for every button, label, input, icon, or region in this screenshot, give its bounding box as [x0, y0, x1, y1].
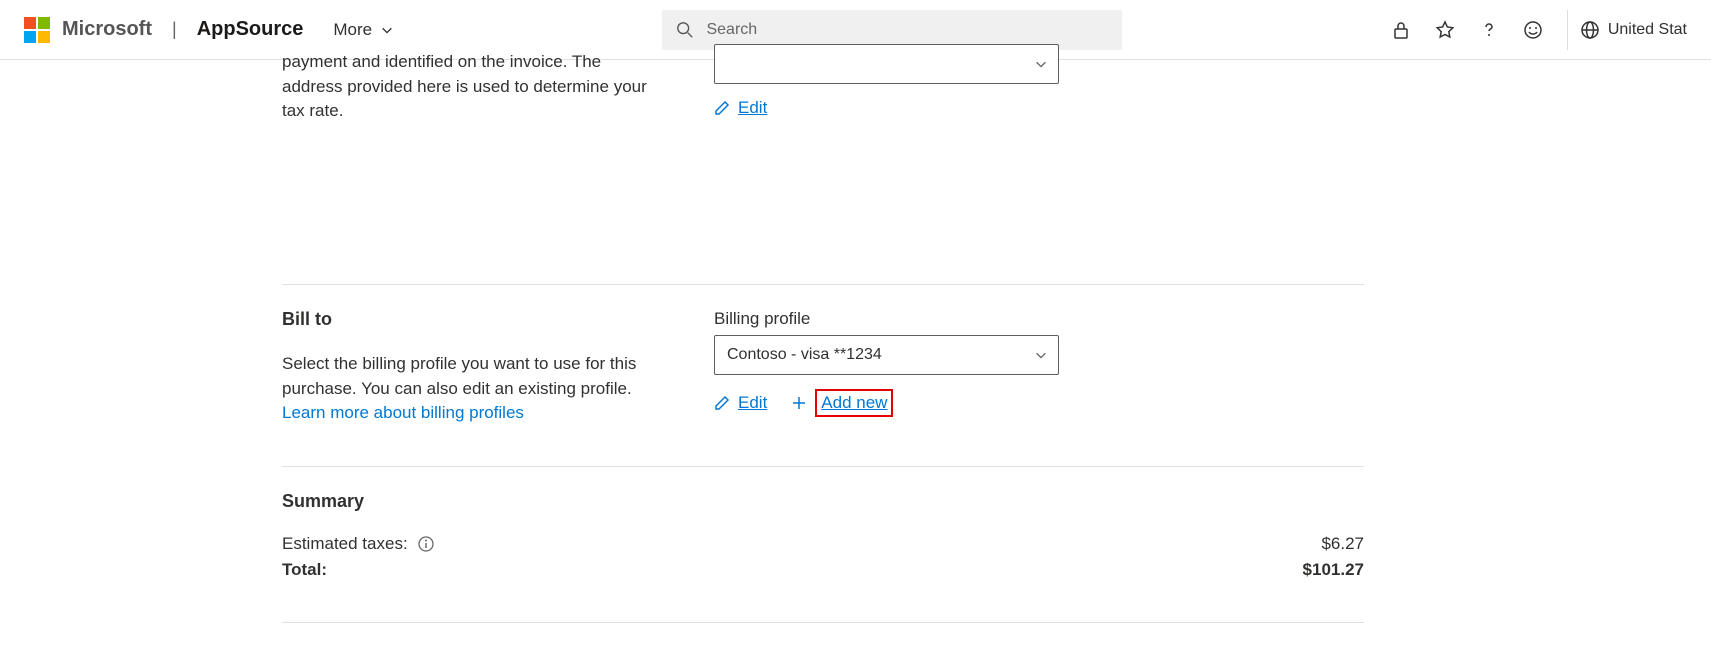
edit-label: Edit	[738, 393, 767, 413]
billing-add-new-link[interactable]: Add new	[791, 389, 893, 417]
sold-to-desc: payment and identified on the invoice. T…	[282, 50, 652, 124]
brand-text: Microsoft	[62, 18, 152, 41]
billing-edit-link[interactable]: Edit	[714, 393, 767, 413]
taxes-label: Estimated taxes:	[282, 534, 408, 553]
billing-profile-label: Billing profile	[714, 309, 1364, 329]
header-right: United Stat	[1391, 10, 1687, 50]
billing-profile-value: Contoso - visa **1234	[727, 346, 882, 364]
plus-icon	[791, 395, 807, 411]
checkout-content: payment and identified on the invoice. T…	[0, 50, 1364, 623]
feedback-icon[interactable]	[1523, 20, 1543, 40]
globe-icon	[1580, 20, 1600, 40]
chevron-down-icon	[1034, 57, 1048, 71]
taxes-value: $6.27	[1321, 534, 1364, 554]
help-icon[interactable]	[1479, 20, 1499, 40]
pencil-icon	[714, 100, 730, 116]
star-icon[interactable]	[1435, 20, 1455, 40]
more-label: More	[333, 20, 372, 40]
billing-profile-select[interactable]: Contoso - visa **1234	[714, 335, 1059, 375]
brand-divider: |	[172, 19, 177, 40]
bill-to-title: Bill to	[282, 309, 714, 330]
sold-to-edit-link[interactable]: Edit	[714, 98, 767, 118]
taxes-label-wrap: Estimated taxes:	[282, 534, 434, 554]
total-value: $101.27	[1303, 560, 1364, 580]
bill-to-desc: Select the billing profile you want to u…	[282, 352, 652, 426]
more-menu[interactable]: More	[333, 20, 394, 40]
add-new-label: Add new	[821, 393, 887, 412]
info-icon[interactable]	[418, 536, 434, 552]
summary-title: Summary	[282, 491, 1364, 512]
learn-more-link[interactable]: Learn more about billing profiles	[282, 403, 524, 422]
bill-to-row: Bill to Select the billing profile you w…	[282, 309, 1364, 426]
edit-label: Edit	[738, 98, 767, 118]
microsoft-logo-icon	[24, 17, 50, 43]
total-label: Total:	[282, 560, 327, 580]
section-divider	[282, 466, 1364, 467]
section-divider	[282, 284, 1364, 285]
search-icon	[676, 21, 694, 39]
chevron-down-icon	[1034, 348, 1048, 362]
sold-to-value	[727, 55, 731, 73]
pencil-icon	[714, 395, 730, 411]
product-name[interactable]: AppSource	[197, 18, 304, 41]
header-left: Microsoft | AppSource More	[24, 17, 394, 43]
chevron-down-icon	[380, 23, 394, 37]
section-divider	[282, 622, 1364, 623]
sold-to-row: payment and identified on the invoice. T…	[282, 50, 1364, 124]
search-input[interactable]	[706, 21, 1108, 39]
bill-to-desc-text: Select the billing profile you want to u…	[282, 354, 636, 398]
taxes-line: Estimated taxes: $6.27	[282, 534, 1364, 554]
sold-to-select[interactable]	[714, 44, 1059, 84]
add-new-highlight: Add new	[815, 389, 893, 417]
lock-icon[interactable]	[1391, 20, 1411, 40]
region-label: United Stat	[1608, 21, 1687, 39]
summary-section: Summary Estimated taxes: $6.27 Total: $1…	[282, 491, 1364, 580]
total-line: Total: $101.27	[282, 560, 1364, 580]
region-selector[interactable]: United Stat	[1567, 10, 1687, 50]
